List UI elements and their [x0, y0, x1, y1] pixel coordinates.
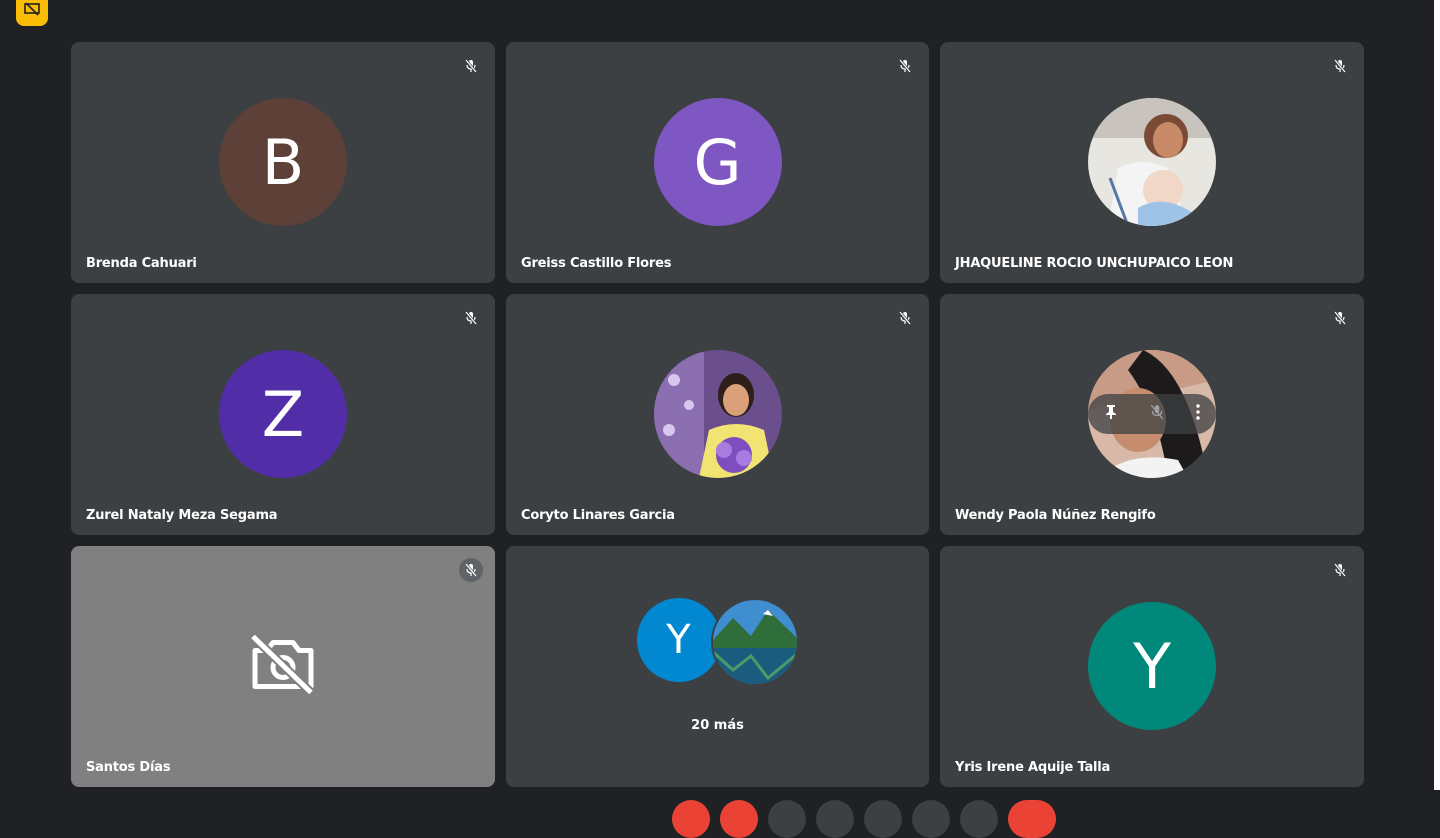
more-avatars: Y: [506, 598, 929, 686]
screen-share-badge[interactable]: [16, 0, 48, 26]
more-options-button[interactable]: [912, 800, 950, 838]
avatar-photo: [653, 350, 782, 478]
pin-icon[interactable]: [1104, 404, 1118, 425]
participant-tile[interactable]: JHAQUELINE ROCIO UNCHUPAICO LEON: [940, 42, 1364, 283]
screen-share-off-icon: [24, 2, 40, 16]
mic-off-icon[interactable]: [1149, 404, 1165, 425]
raise-hand-button[interactable]: [816, 800, 854, 838]
participant-tile[interactable]: B Brenda Cahuari: [71, 42, 495, 283]
participant-name: Zurel Nataly Meza Segama: [86, 508, 278, 523]
participant-name: Greiss Castillo Flores: [521, 256, 672, 271]
mic-off-icon: [1328, 54, 1352, 78]
reactions-button[interactable]: [960, 800, 998, 838]
participant-name: Wendy Paola Núñez Rengifo: [955, 508, 1156, 523]
tile-hover-controls: [1088, 394, 1216, 434]
call-controls: [672, 800, 1056, 838]
participant-name: Yris Irene Aquije Talla: [955, 760, 1111, 775]
mic-off-icon: [893, 306, 917, 330]
participant-name: Brenda Cahuari: [86, 256, 197, 271]
avatar: Y: [1088, 602, 1216, 730]
participant-name: JHAQUELINE ROCIO UNCHUPAICO LEON: [955, 256, 1234, 271]
present-button[interactable]: [864, 800, 902, 838]
captions-button[interactable]: [768, 800, 806, 838]
mic-off-icon: [893, 54, 917, 78]
avatar-initial: Z: [261, 377, 305, 451]
participant-tile[interactable]: Y Yris Irene Aquije Talla: [940, 546, 1364, 787]
mic-off-icon: [459, 306, 483, 330]
mic-off-icon: [1328, 558, 1352, 582]
participant-tile[interactable]: Santos Días: [71, 546, 495, 787]
participant-tile[interactable]: Z Zurel Nataly Meza Segama: [71, 294, 495, 535]
leave-call-button[interactable]: [1008, 800, 1056, 838]
avatar: G: [653, 98, 782, 226]
avatar-photo: [710, 598, 799, 686]
more-options-icon[interactable]: [1196, 403, 1201, 425]
avatar: Y: [636, 598, 721, 682]
avatar: Z: [219, 350, 347, 478]
participant-tile[interactable]: G Greiss Castillo Flores: [506, 42, 929, 283]
participant-name: Coryto Linares Garcia: [521, 508, 675, 523]
avatar: B: [219, 98, 347, 226]
camera-button[interactable]: [720, 800, 758, 838]
mic-off-icon: [459, 54, 483, 78]
participant-grid: B Brenda Cahuari G Greiss Castillo Flore…: [71, 42, 1364, 787]
participant-name: Santos Días: [86, 760, 171, 775]
avatar-initial: G: [693, 125, 742, 199]
avatar-initial: B: [261, 125, 305, 199]
avatar-initial: Y: [666, 617, 691, 663]
more-participants-tile[interactable]: Y 20 más: [506, 546, 929, 787]
participant-tile[interactable]: Wendy Paola Núñez Rengifo: [940, 294, 1364, 535]
mic-button[interactable]: [672, 800, 710, 838]
participant-tile[interactable]: Coryto Linares Garcia: [506, 294, 929, 535]
mic-off-icon: [459, 558, 483, 582]
more-participants-label: 20 más: [691, 718, 744, 733]
avatar-photo: [1088, 98, 1216, 226]
scrollbar[interactable]: [1434, 0, 1440, 790]
avatar-initial: Y: [1133, 629, 1171, 703]
camera-off-icon: [249, 632, 317, 701]
mic-off-icon: [1328, 306, 1352, 330]
